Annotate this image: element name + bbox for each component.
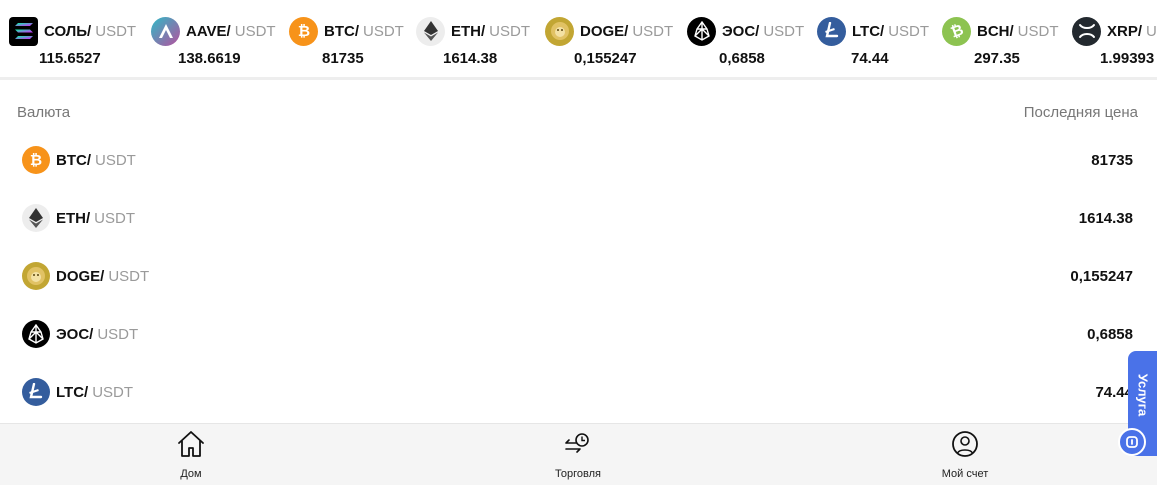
- row-pair: LTC/ USDT: [56, 384, 133, 401]
- nav-trade-label: Торговля: [555, 468, 601, 480]
- row-quote: USDT: [94, 209, 136, 227]
- bitcoin-cash-icon: ₿: [942, 16, 971, 46]
- row-pair: ETH/ USDT: [56, 210, 135, 227]
- table-row[interactable]: LTC/ USDT 74.44: [0, 372, 1157, 412]
- litecoin-icon: [22, 378, 50, 406]
- ticker-symbol: ЭОС/: [722, 22, 760, 40]
- row-price: 0,6858: [1087, 325, 1133, 343]
- ticker-item-btc[interactable]: ₿ BTC/ USDT 81735: [289, 14, 404, 74]
- ticker-symbol: LTC/: [852, 22, 885, 40]
- ticker-symbol: ETH/: [451, 22, 486, 40]
- ticker-item-eos[interactable]: ЭОС/ USDT 0,6858: [687, 14, 804, 74]
- litecoin-icon: [817, 16, 846, 46]
- ticker-item-ltc[interactable]: LTC/ USDT 74.44: [817, 14, 929, 74]
- dogecoin-icon: [545, 16, 574, 46]
- ticker-item-aave[interactable]: AAVE/ USDT 138.6619: [151, 14, 276, 74]
- ticker-quote: USDT: [888, 22, 930, 40]
- ethereum-icon: [22, 204, 50, 232]
- dogecoin-icon: [22, 262, 50, 290]
- aave-icon: [151, 16, 180, 46]
- ticker-symbol: BCH/: [977, 22, 1014, 40]
- svg-text:₿: ₿: [949, 22, 965, 40]
- ticker-quote: USDT: [234, 22, 276, 40]
- user-account-icon: [950, 430, 980, 463]
- table-row[interactable]: ₿ BTC/ USDT 81735: [0, 140, 1157, 180]
- home-icon: [176, 430, 206, 463]
- ticker-quote: USDT: [763, 22, 805, 40]
- table-header: Валюта Последняя цена: [0, 104, 1157, 124]
- ticker-item-eth[interactable]: ETH/ USDT 1614.38: [416, 14, 530, 74]
- ticker-symbol: DOGE/: [580, 22, 629, 40]
- eos-icon: [22, 320, 50, 348]
- xrp-icon: [1072, 16, 1101, 46]
- column-last-price: Последняя цена: [1023, 104, 1138, 121]
- row-pair: DOGE/ USDT: [56, 268, 149, 285]
- bitcoin-icon: ₿: [22, 146, 50, 174]
- row-quote: USDT: [108, 267, 150, 285]
- chat-icon[interactable]: [1118, 428, 1146, 456]
- price-ticker: СОЛЬ/ USDT 115.6527 AAVE/ USDT 138.6619 …: [0, 0, 1157, 80]
- table-row[interactable]: ETH/ USDT 1614.38: [0, 198, 1157, 238]
- table-row[interactable]: DOGE/ USDT 0,155247: [0, 256, 1157, 296]
- row-quote: USDT: [92, 383, 134, 401]
- ticker-quote: USDT: [1017, 22, 1059, 40]
- trade-history-icon: [563, 430, 593, 463]
- row-quote: USDT: [95, 151, 136, 169]
- row-quote: USDT: [97, 325, 139, 343]
- row-pair: ЭОС/ USDT: [56, 326, 138, 343]
- service-support-tab[interactable]: Услуга: [1118, 351, 1157, 456]
- svg-text:₿: ₿: [30, 151, 42, 169]
- bitcoin-icon: ₿: [289, 16, 318, 46]
- ticker-quote: USDT: [363, 22, 404, 40]
- bottom-navigation: Дом Торговля Мой счет: [0, 423, 1157, 485]
- ticker-price: 1.99393: [1100, 50, 1155, 67]
- row-symbol: ЭОС/: [56, 325, 94, 343]
- row-symbol: LTC/: [56, 383, 89, 401]
- row-price: 0,155247: [1070, 267, 1133, 285]
- nav-trade[interactable]: Торговля: [518, 430, 638, 480]
- solana-icon: [9, 16, 38, 46]
- ticker-quote: USDT: [632, 22, 674, 40]
- ticker-item-sol[interactable]: СОЛЬ/ USDT 115.6527: [9, 14, 136, 74]
- ticker-quote: USDT: [489, 22, 531, 40]
- nav-home-label: Дом: [180, 468, 202, 480]
- ticker-item-xrp[interactable]: XRP/ USDT 1.99393: [1072, 14, 1157, 74]
- column-currency: Валюта: [17, 104, 71, 121]
- ticker-item-bch[interactable]: ₿ BCH/ USDT 297.35: [942, 14, 1059, 74]
- ticker-quote: USDT: [1146, 22, 1157, 40]
- row-price: 1614.38: [1078, 209, 1133, 227]
- ethereum-icon: [416, 16, 445, 46]
- service-label: Услуга: [1135, 373, 1150, 417]
- page: СОЛЬ/ USDT 115.6527 AAVE/ USDT 138.6619 …: [0, 0, 1157, 485]
- ticker-symbol: AAVE/: [186, 22, 231, 40]
- ticker-symbol: BTC/: [324, 22, 359, 40]
- ticker-symbol: XRP/: [1107, 22, 1143, 40]
- row-pair: BTC/ USDT: [56, 152, 136, 169]
- svg-text:₿: ₿: [297, 22, 309, 40]
- row-symbol: DOGE/: [56, 267, 105, 285]
- ticker-item-doge[interactable]: DOGE/ USDT 0,155247: [545, 14, 673, 74]
- nav-home[interactable]: Дом: [131, 430, 251, 480]
- row-price: 81735: [1091, 151, 1133, 169]
- ticker-symbol: СОЛЬ/: [44, 22, 92, 40]
- eos-icon: [687, 16, 716, 46]
- nav-account[interactable]: Мой счет: [905, 430, 1025, 480]
- row-symbol: BTC/: [56, 151, 91, 169]
- ticker-quote: USDT: [95, 22, 137, 40]
- row-symbol: ETH/: [56, 209, 91, 227]
- nav-account-label: Мой счет: [941, 468, 989, 480]
- table-row[interactable]: ЭОС/ USDT 0,6858: [0, 314, 1157, 354]
